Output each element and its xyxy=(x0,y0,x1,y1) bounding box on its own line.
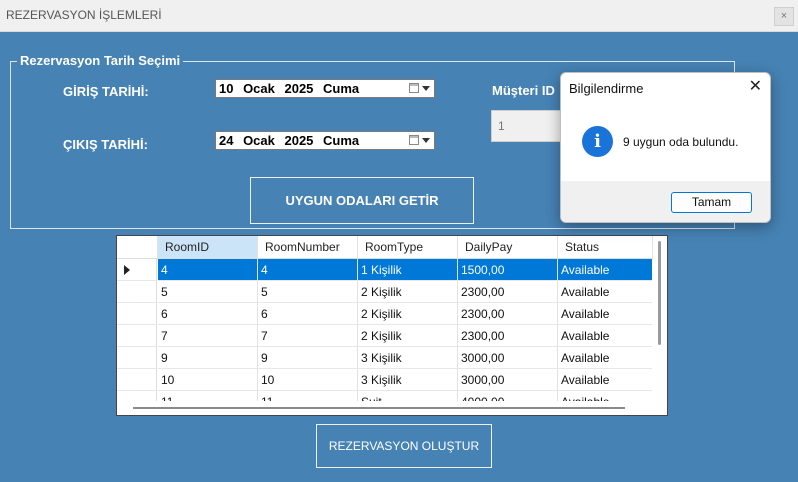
close-icon[interactable]: ✕ xyxy=(749,79,762,95)
table-cell-roomnumber[interactable]: 5 xyxy=(258,281,358,303)
table-cell-status[interactable]: Available xyxy=(558,325,652,347)
chevron-down-icon xyxy=(422,86,430,91)
checkin-date-value: 10 Ocak 2025 Cuma xyxy=(219,81,360,96)
calendar-dropdown-button[interactable] xyxy=(407,133,433,148)
table-cell-dailypay[interactable]: 2300,00 xyxy=(458,303,558,325)
table-row[interactable]: 772 Kişilik 2300,00 Available xyxy=(117,325,652,347)
table-cell-roomtype[interactable]: 2 Kişilik xyxy=(358,281,458,303)
column-header-roomid[interactable]: RoomID xyxy=(158,236,258,258)
window-titlebar: REZERVASYON İŞLEMLERİ × xyxy=(0,0,798,32)
table-cell-status[interactable]: Available xyxy=(558,369,652,391)
table-cell-roomtype[interactable]: 3 Kişilik xyxy=(358,369,458,391)
table-row[interactable]: 993 Kişilik 3000,00 Available xyxy=(117,347,652,369)
table-cell-roomid[interactable]: 10 xyxy=(158,369,258,391)
checkout-date-value: 24 Ocak 2025 Cuma xyxy=(219,133,360,148)
table-cell-roomnumber[interactable]: 6 xyxy=(258,303,358,325)
current-row-indicator-icon xyxy=(124,265,130,275)
column-header-dailypay[interactable]: DailyPay xyxy=(458,236,558,258)
table-cell-dailypay[interactable]: 1500,00 xyxy=(458,259,558,281)
customer-id-value: 1 xyxy=(498,119,505,133)
table-cell-status[interactable]: Available xyxy=(558,391,652,401)
ok-button[interactable]: Tamam xyxy=(671,192,752,213)
info-dialog: Bilgilendirme ✕ i 9 uygun oda bulundu. T… xyxy=(560,72,771,223)
row-header[interactable] xyxy=(117,325,157,347)
table-cell-roomnumber[interactable]: 4 xyxy=(258,259,358,281)
horizontal-scroll-thumb[interactable] xyxy=(133,407,625,409)
horizontal-scrollbar[interactable] xyxy=(117,401,653,415)
window-close-button[interactable]: × xyxy=(774,7,794,26)
table-cell-dailypay[interactable]: 4000,00 xyxy=(458,391,558,401)
dialog-footer: Tamam xyxy=(561,181,770,222)
column-header-roomnumber[interactable]: RoomNumber xyxy=(258,236,358,258)
row-header[interactable] xyxy=(117,369,157,391)
row-header[interactable] xyxy=(117,281,157,303)
calendar-dropdown-button[interactable] xyxy=(407,81,433,96)
table-cell-status[interactable]: Available xyxy=(558,303,652,325)
table-row[interactable]: 662 Kişilik 2300,00 Available xyxy=(117,303,652,325)
column-header-status[interactable]: Status xyxy=(558,236,653,258)
row-header[interactable] xyxy=(117,347,157,369)
calendar-icon xyxy=(409,135,419,145)
table-cell-status[interactable]: Available xyxy=(558,259,652,281)
grid-rows: 441 Kişilik 1500,00 Available 5 5 2 Kişilik 23… xyxy=(117,259,652,401)
column-header-roomtype[interactable]: RoomType xyxy=(358,236,458,258)
group-legend: Rezervasyon Tarih Seçimi xyxy=(17,53,184,68)
row-header[interactable] xyxy=(117,259,157,281)
vertical-scroll-thumb[interactable] xyxy=(658,241,661,345)
table-cell-roomid[interactable]: 11 xyxy=(158,391,258,401)
table-cell-roomnumber[interactable]: 7 xyxy=(258,325,358,347)
header-corner xyxy=(117,236,158,258)
calendar-icon xyxy=(409,83,419,93)
customer-id-label: Müşteri ID xyxy=(492,83,555,98)
table-cell-roomid[interactable]: 9 xyxy=(158,347,258,369)
grid-header: RoomID RoomNumber RoomType DailyPay Stat… xyxy=(117,236,667,259)
create-reservation-button[interactable]: REZERVASYON OLUŞTUR xyxy=(316,424,492,468)
dialog-message: 9 uygun oda bulundu. xyxy=(623,135,739,149)
table-cell-roomnumber[interactable]: 10 xyxy=(258,369,358,391)
vertical-scrollbar[interactable] xyxy=(653,236,667,402)
checkin-label: GİRİŞ TARİHİ: xyxy=(63,84,149,99)
table-cell-roomtype[interactable]: Suit xyxy=(358,391,458,401)
chevron-down-icon xyxy=(422,138,430,143)
table-cell-roomid[interactable]: 6 xyxy=(158,303,258,325)
table-cell-roomtype[interactable]: 1 Kişilik xyxy=(358,259,458,281)
info-icon: i xyxy=(582,126,613,157)
rooms-grid[interactable]: RoomID RoomNumber RoomType DailyPay Stat… xyxy=(116,235,668,416)
table-cell-dailypay[interactable]: 2300,00 xyxy=(458,281,558,303)
table-cell-roomid[interactable]: 7 xyxy=(158,325,258,347)
row-header[interactable] xyxy=(117,391,157,401)
table-cell-roomnumber[interactable]: 11 xyxy=(258,391,358,401)
fetch-rooms-button[interactable]: UYGUN ODALARI GETİR xyxy=(250,177,474,224)
dialog-title: Bilgilendirme xyxy=(569,81,644,96)
table-cell-status[interactable]: Available xyxy=(558,281,652,303)
checkout-label: ÇIKIŞ TARİHİ: xyxy=(63,137,148,152)
checkin-datepicker[interactable]: 10 Ocak 2025 Cuma xyxy=(215,79,435,98)
table-cell-roomtype[interactable]: 2 Kişilik xyxy=(358,325,458,347)
row-header[interactable] xyxy=(117,303,157,325)
table-row[interactable]: 10 10 3 Kişilik 3000,00 Available xyxy=(117,369,652,391)
window-title: REZERVASYON İŞLEMLERİ xyxy=(6,8,162,22)
table-row[interactable]: 441 Kişilik 1500,00 Available xyxy=(117,259,652,281)
checkout-datepicker[interactable]: 24 Ocak 2025 Cuma xyxy=(215,131,435,150)
table-cell-dailypay[interactable]: 2300,00 xyxy=(458,325,558,347)
table-cell-dailypay[interactable]: 3000,00 xyxy=(458,347,558,369)
table-cell-roomid[interactable]: 4 xyxy=(158,259,258,281)
table-row[interactable]: 552 Kişilik 2300,00 Available xyxy=(117,281,652,303)
table-cell-roomtype[interactable]: 2 Kişilik xyxy=(358,303,458,325)
table-cell-roomid[interactable]: 5 xyxy=(158,281,258,303)
table-cell-roomtype[interactable]: 3 Kişilik xyxy=(358,347,458,369)
table-cell-dailypay[interactable]: 3000,00 xyxy=(458,369,558,391)
table-row[interactable]: 1111Suit4000,00Available xyxy=(117,391,652,401)
table-cell-status[interactable]: Available xyxy=(558,347,652,369)
table-cell-roomnumber[interactable]: 9 xyxy=(258,347,358,369)
customer-id-field[interactable]: 1 xyxy=(491,110,561,142)
